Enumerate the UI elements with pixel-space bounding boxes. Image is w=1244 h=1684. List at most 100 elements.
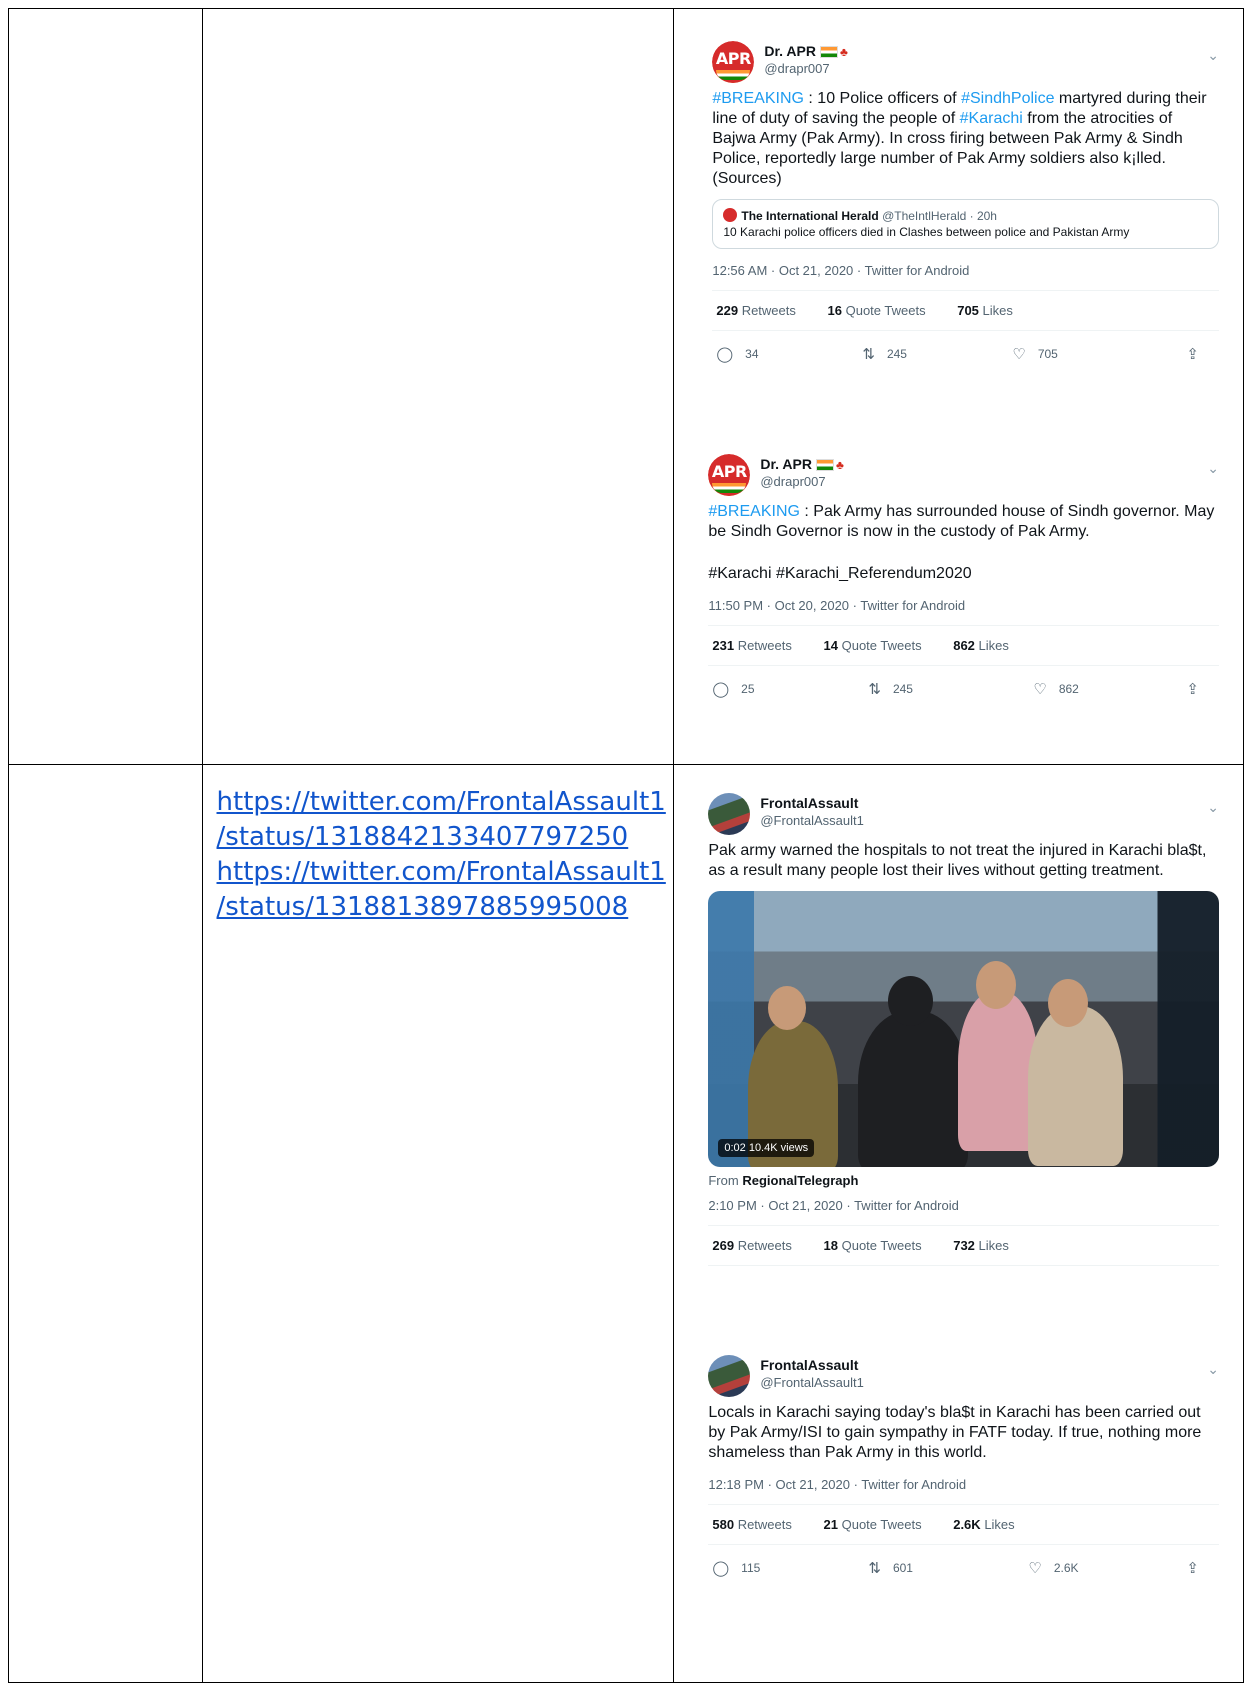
- document-table: APR Dr. APR ♣ @drapr007 ⌄ #BREAKING : 10 …: [8, 8, 1244, 1683]
- heart-icon: ♡: [1012, 346, 1026, 363]
- row2-col1-cell: [8, 764, 203, 1683]
- row1-col3-cell: APR Dr. APR ♣ @drapr007 ⌄ #BREAKING : 10 …: [673, 8, 1244, 765]
- row1-col1-cell: [8, 8, 203, 765]
- reply-button[interactable]: ◯ 34: [716, 345, 758, 363]
- retweets-stat[interactable]: 229 Retweets: [716, 303, 810, 318]
- tweet-stats: 269 Retweets 18 Quote Tweets 732 Likes: [708, 1226, 1219, 1266]
- video-player[interactable]: 0:02 10.4K views: [708, 891, 1219, 1167]
- tweet-text: #BREAKING : Pak Army has surrounded hous…: [708, 502, 1219, 542]
- quoted-tweet[interactable]: The International Herald @TheIntlHerald …: [712, 199, 1219, 249]
- tweet-card: FrontalAssault @FrontalAssault1 ⌄ Pak ar…: [678, 793, 1235, 1266]
- display-name[interactable]: Dr. APR ♣: [760, 456, 843, 472]
- tweet-timestamp[interactable]: 2:10 PM · Oct 21, 2020 · Twitter for And…: [708, 1198, 1219, 1226]
- avatar[interactable]: APR: [712, 41, 755, 83]
- user-handle[interactable]: @drapr007: [760, 474, 825, 489]
- reply-icon: ◯: [712, 1560, 730, 1577]
- quoted-text: 10 Karachi police officers died in Clash…: [723, 225, 1130, 239]
- india-flag-icon: [819, 46, 838, 59]
- quotes-stat[interactable]: 18 Quote Tweets: [824, 1238, 936, 1253]
- display-name[interactable]: FrontalAssault: [760, 795, 858, 811]
- tweet-text: Locals in Karachi saying today's bla$t i…: [708, 1404, 1202, 1461]
- tweet-link[interactable]: /status/1318842133407797250: [217, 820, 666, 855]
- retweets-stat[interactable]: 269 Retweets: [712, 1238, 806, 1253]
- avatar[interactable]: APR: [708, 454, 751, 496]
- tweet-timestamp[interactable]: 12:18 PM · Oct 21, 2020 · Twitter for An…: [708, 1477, 1219, 1505]
- hashtag-link[interactable]: #BREAKING: [712, 90, 804, 107]
- retweet-icon: ⇅: [862, 346, 875, 363]
- share-button[interactable]: ⇪: [1186, 1559, 1211, 1577]
- avatar[interactable]: [708, 1355, 751, 1397]
- like-button[interactable]: ♡ 2.6K: [1028, 1559, 1078, 1577]
- retweet-icon: ⇅: [868, 1560, 881, 1577]
- heart-icon: ♡: [1033, 681, 1047, 698]
- retweets-stat[interactable]: 231 Retweets: [712, 638, 806, 653]
- likes-stat[interactable]: 732 Likes: [953, 1238, 1023, 1253]
- tweet-card: APR Dr. APR ♣ @drapr007 ⌄ #BREAKING : Pak…: [678, 454, 1235, 708]
- retweets-stat[interactable]: 580 Retweets: [712, 1517, 806, 1532]
- reply-icon: ◯: [712, 681, 730, 698]
- india-flag-icon: [815, 459, 834, 472]
- user-handle[interactable]: @FrontalAssault1: [760, 813, 864, 828]
- reply-button[interactable]: ◯ 115: [712, 1559, 760, 1577]
- video-figure: [858, 1011, 969, 1167]
- tweet-timestamp[interactable]: 11:50 PM · Oct 20, 2020 · Twitter for An…: [708, 598, 1219, 626]
- share-button[interactable]: ⇪: [1186, 345, 1211, 363]
- likes-stat[interactable]: 862 Likes: [953, 638, 1023, 653]
- video-views-badge: 0:02 10.4K views: [718, 1139, 815, 1157]
- display-name[interactable]: Dr. APR ♣: [764, 43, 847, 59]
- hashtag-link[interactable]: #Karachi: [960, 110, 1023, 127]
- share-icon: ⇪: [1186, 1560, 1199, 1577]
- likes-stat[interactable]: 705 Likes: [957, 303, 1027, 318]
- video-source[interactable]: From RegionalTelegraph: [708, 1173, 1219, 1188]
- tweet-timestamp[interactable]: 12:56 AM · Oct 21, 2020 · Twitter for An…: [712, 263, 1219, 291]
- display-name[interactable]: FrontalAssault: [760, 1357, 858, 1373]
- tweet-actions: ◯ 115 ⇅ 601 ♡ 2.6K ⇪: [708, 1545, 1219, 1587]
- herald-logo-icon: [723, 208, 738, 222]
- tweet-text: #BREAKING : 10 Police officers of #Sindh…: [712, 89, 1219, 189]
- tweet-link[interactable]: https://twitter.com/FrontalAssault1: [217, 855, 666, 890]
- hashtag-link[interactable]: #SindhPolice: [961, 90, 1054, 107]
- quoted-name: The International Herald: [741, 209, 879, 223]
- hashtag-link[interactable]: #BREAKING: [708, 503, 800, 520]
- avatar[interactable]: [708, 793, 751, 835]
- like-button[interactable]: ♡ 862: [1033, 680, 1078, 698]
- chevron-down-icon[interactable]: ⌄: [1207, 460, 1219, 477]
- text-span: : 10 Police officers of: [803, 90, 962, 107]
- tweet-text: Pak army warned the hospitals to not tre…: [708, 842, 1207, 879]
- tweet-link[interactable]: /status/1318813897885995008: [217, 890, 666, 925]
- reply-button[interactable]: ◯ 25: [712, 680, 754, 698]
- user-handle[interactable]: @drapr007: [764, 61, 829, 76]
- chevron-down-icon[interactable]: ⌄: [1207, 47, 1219, 64]
- reply-icon: ◯: [716, 346, 734, 363]
- chevron-down-icon[interactable]: ⌄: [1207, 799, 1219, 816]
- video-figure: [1028, 1006, 1124, 1166]
- like-button[interactable]: ♡ 705: [1012, 345, 1057, 363]
- share-icon: ⇪: [1186, 681, 1199, 698]
- retweet-button[interactable]: ⇅ 245: [868, 680, 913, 698]
- text-span: (Sources): [712, 170, 782, 187]
- retweet-button[interactable]: ⇅ 245: [862, 345, 907, 363]
- row2-col2-cell: https://twitter.com/FrontalAssault1 /sta…: [201, 764, 675, 1683]
- row2-col3-cell: FrontalAssault @FrontalAssault1 ⌄ Pak ar…: [673, 764, 1244, 1683]
- heart-icon: ♡: [1028, 1560, 1042, 1577]
- quoted-handle: @TheIntlHerald · 20h: [882, 209, 997, 223]
- likes-stat[interactable]: 2.6K Likes: [953, 1517, 1028, 1532]
- row1-col2-cell: [201, 8, 675, 765]
- share-icon: ⇪: [1186, 346, 1199, 363]
- tweet-stats: 580 Retweets 21 Quote Tweets 2.6K Likes: [708, 1505, 1219, 1545]
- chevron-down-icon[interactable]: ⌄: [1207, 1361, 1219, 1378]
- tweet-card: FrontalAssault @FrontalAssault1 ⌄ Locals…: [678, 1355, 1235, 1587]
- tweet-links: https://twitter.com/FrontalAssault1 /sta…: [217, 785, 666, 925]
- hashtags[interactable]: #Karachi #Karachi_Referendum2020: [708, 564, 1219, 584]
- share-button[interactable]: ⇪: [1186, 680, 1211, 698]
- tweet-link[interactable]: https://twitter.com/FrontalAssault1: [217, 785, 666, 820]
- tweet-card: APR Dr. APR ♣ @drapr007 ⌄ #BREAKING : 10 …: [682, 41, 1235, 373]
- tweet-stats: 229 Retweets 16 Quote Tweets 705 Likes: [712, 291, 1219, 331]
- quotes-stat[interactable]: 16 Quote Tweets: [828, 303, 940, 318]
- tweet-actions: ◯ 25 ⇅ 245 ♡ 862 ⇪: [708, 666, 1219, 708]
- tweet-actions: ◯ 34 ⇅ 245 ♡ 705 ⇪: [712, 331, 1219, 373]
- retweet-button[interactable]: ⇅ 601: [868, 1559, 913, 1577]
- quotes-stat[interactable]: 21 Quote Tweets: [824, 1517, 936, 1532]
- quotes-stat[interactable]: 14 Quote Tweets: [824, 638, 936, 653]
- user-handle[interactable]: @FrontalAssault1: [760, 1375, 864, 1390]
